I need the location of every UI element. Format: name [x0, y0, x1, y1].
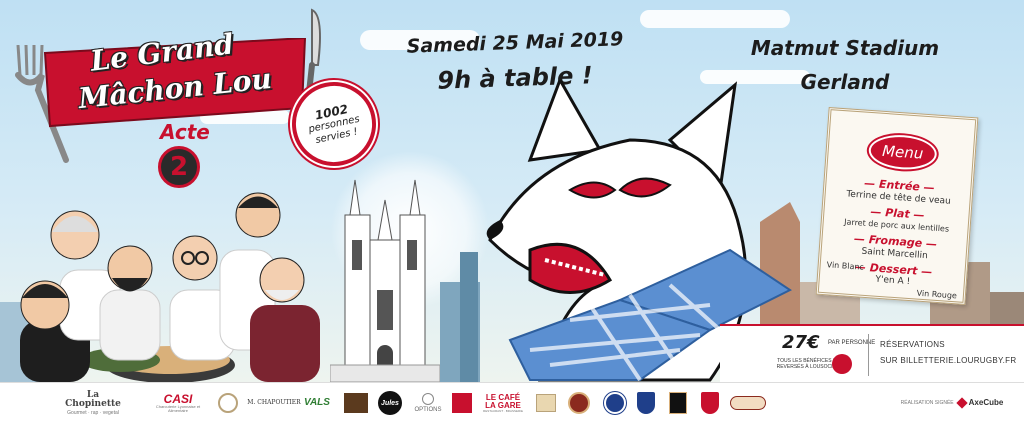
sponsor-logo-7[interactable] — [566, 391, 592, 415]
credit-axecube[interactable]: RÉALISATION SIGNÉE AxeCube — [892, 391, 1012, 415]
panel-divider — [868, 334, 869, 376]
axecube-icon — [955, 397, 968, 409]
sponsor-logo-jules[interactable]: Jules — [376, 391, 404, 415]
sponsor-name: VALS — [304, 397, 330, 408]
options-circle-icon — [422, 393, 434, 405]
chefs-illustration — [20, 192, 320, 382]
act-number: 2 — [169, 152, 189, 182]
sponsor-badge-icon — [568, 392, 590, 414]
menu-title-badge: Menu — [867, 132, 938, 172]
sponsor-badge-icon — [536, 394, 556, 412]
menu-title: Menu — [881, 141, 924, 163]
sponsor-badge-icon — [604, 392, 626, 414]
cloud — [640, 10, 790, 28]
crest-icon — [218, 393, 238, 413]
booking-panel: 27€ PAR PERSONNE TOUS LES BÉNÉFICES SONT… — [720, 324, 1024, 382]
sponsor-tagline: RESTAURANT · BRASSERIE — [483, 408, 523, 413]
venue-name: Matmut Stadium — [750, 36, 940, 60]
sponsor-logo-chopinette[interactable]: La Chopinette Gourmet · rap · vegetal — [58, 389, 128, 416]
sponsor-logo-red-square[interactable] — [450, 391, 474, 415]
sponsor-logo-green[interactable] — [342, 391, 370, 415]
sponsor-footer: La Chopinette Gourmet · rap · vegetal CA… — [0, 382, 1024, 422]
sponsor-logo-9[interactable] — [634, 391, 658, 415]
sponsor-logo-crest[interactable] — [216, 391, 240, 415]
shield-icon — [701, 392, 719, 414]
sponsor-logo-casi[interactable]: CASI Charcuterie Lyonnaise et Alimentair… — [146, 391, 210, 415]
beneficiary-icon — [832, 354, 852, 374]
sponsor-logo-8[interactable] — [602, 391, 628, 415]
credit-brand: AxeCube — [968, 398, 1004, 407]
shield-icon — [637, 392, 655, 414]
sponsor-badge-icon — [452, 393, 472, 413]
sponsor-badge-icon — [730, 396, 766, 410]
menu-wine-red: Vin Rouge — [916, 288, 958, 301]
sponsor-logo-chapoutier[interactable]: M. CHAPOUTIER — [246, 391, 302, 415]
sponsor-logo-12[interactable] — [728, 391, 768, 415]
sponsor-name: M. CHAPOUTIER — [247, 399, 301, 406]
sponsor-badge-icon — [344, 393, 368, 413]
booking-label: RÉSERVATIONS — [880, 340, 945, 349]
basilica-illustration — [330, 179, 440, 382]
credit-label: RÉALISATION SIGNÉE — [900, 399, 954, 406]
sponsor-tagline: Gourmet · rap · vegetal — [67, 409, 119, 416]
sponsor-name: Jules — [378, 391, 402, 415]
menu-card: Menu — Entrée — Terrine de tête de veau … — [815, 106, 979, 306]
sponsor-logo-11[interactable] — [698, 391, 722, 415]
sponsor-badge-icon — [669, 392, 687, 414]
act-label: Acte — [160, 120, 210, 144]
sponsor-logo-10[interactable] — [666, 391, 690, 415]
sponsor-logo-vals[interactable]: VALS — [302, 391, 332, 415]
event-banner: Le Grand Mâchon Lou Acte 2 1002 personne… — [0, 0, 1024, 382]
booking-url[interactable]: SUR BILLETTERIE.LOURUGBY.FR — [880, 356, 1016, 365]
sponsor-logo-6[interactable] — [534, 391, 558, 415]
sponsor-logo-cafe-gare[interactable]: LE CAFÉ LA GARE RESTAURANT · BRASSERIE — [480, 391, 526, 415]
sponsor-logo-options[interactable]: OPTIONS — [408, 391, 448, 415]
sponsor-name: La Chopinette — [65, 389, 121, 409]
sponsor-tagline: Charcuterie Lyonnaise et Alimentaire — [155, 404, 201, 413]
sponsor-name: OPTIONS — [414, 407, 442, 413]
price-value: 27€ — [782, 332, 820, 353]
